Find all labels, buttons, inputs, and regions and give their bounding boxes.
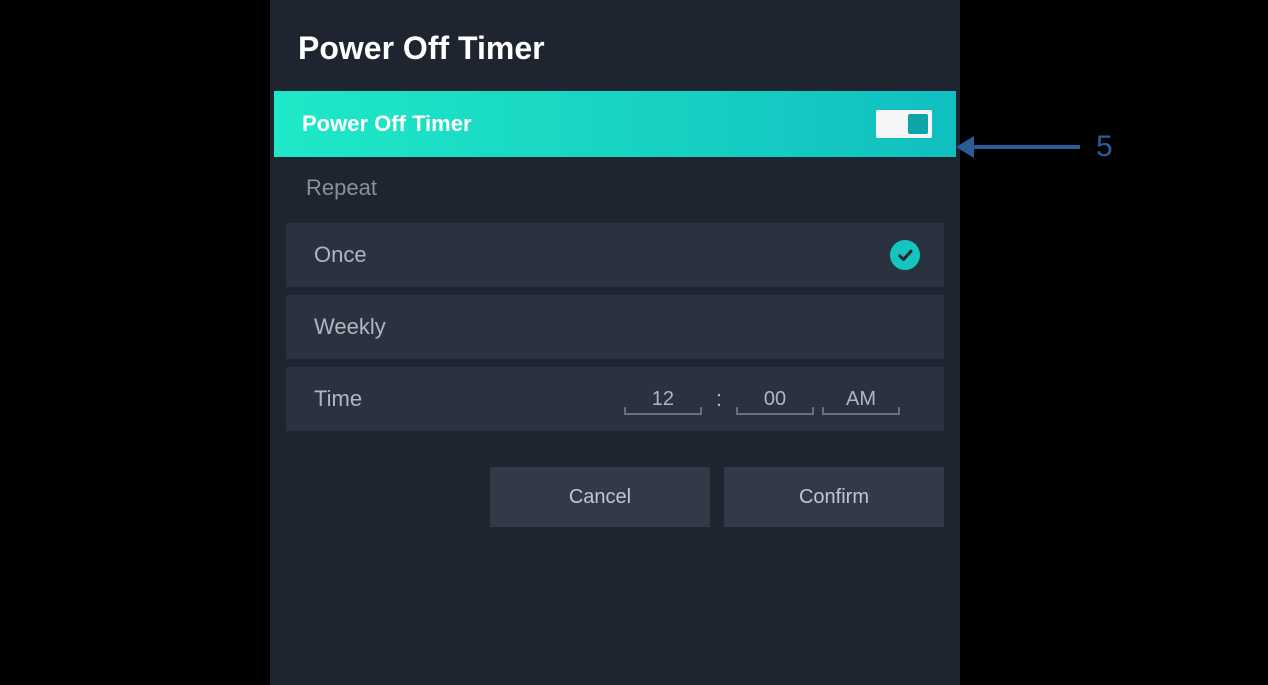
time-row: Time 12 : 00 AM bbox=[286, 367, 944, 431]
toggle-knob-icon bbox=[908, 114, 928, 134]
arrow-icon bbox=[970, 145, 1080, 149]
repeat-section-label: Repeat bbox=[270, 157, 960, 215]
time-fields: 12 : 00 AM bbox=[624, 383, 900, 415]
time-label: Time bbox=[314, 386, 362, 412]
time-colon: : bbox=[716, 386, 722, 412]
power-off-timer-toggle-row[interactable]: Power Off Timer bbox=[274, 91, 956, 157]
time-minute-input[interactable]: 00 bbox=[736, 383, 814, 415]
option-label: Weekly bbox=[314, 314, 386, 340]
toggle-switch[interactable] bbox=[876, 110, 932, 138]
toggle-label: Power Off Timer bbox=[302, 111, 472, 137]
button-row: Cancel Confirm bbox=[270, 439, 960, 527]
dialog-title: Power Off Timer bbox=[270, 20, 960, 91]
cancel-button[interactable]: Cancel bbox=[490, 467, 710, 527]
power-off-timer-dialog: Power Off Timer Power Off Timer Repeat O… bbox=[270, 0, 960, 685]
annotation-callout: 5 bbox=[970, 130, 1113, 164]
repeat-option-weekly[interactable]: Weekly bbox=[286, 295, 944, 359]
check-circle-icon bbox=[890, 240, 920, 270]
time-hour-input[interactable]: 12 bbox=[624, 383, 702, 415]
repeat-option-once[interactable]: Once bbox=[286, 223, 944, 287]
time-ampm-input[interactable]: AM bbox=[822, 383, 900, 415]
confirm-button[interactable]: Confirm bbox=[724, 467, 944, 527]
annotation-number: 5 bbox=[1096, 130, 1113, 164]
option-label: Once bbox=[314, 242, 367, 268]
